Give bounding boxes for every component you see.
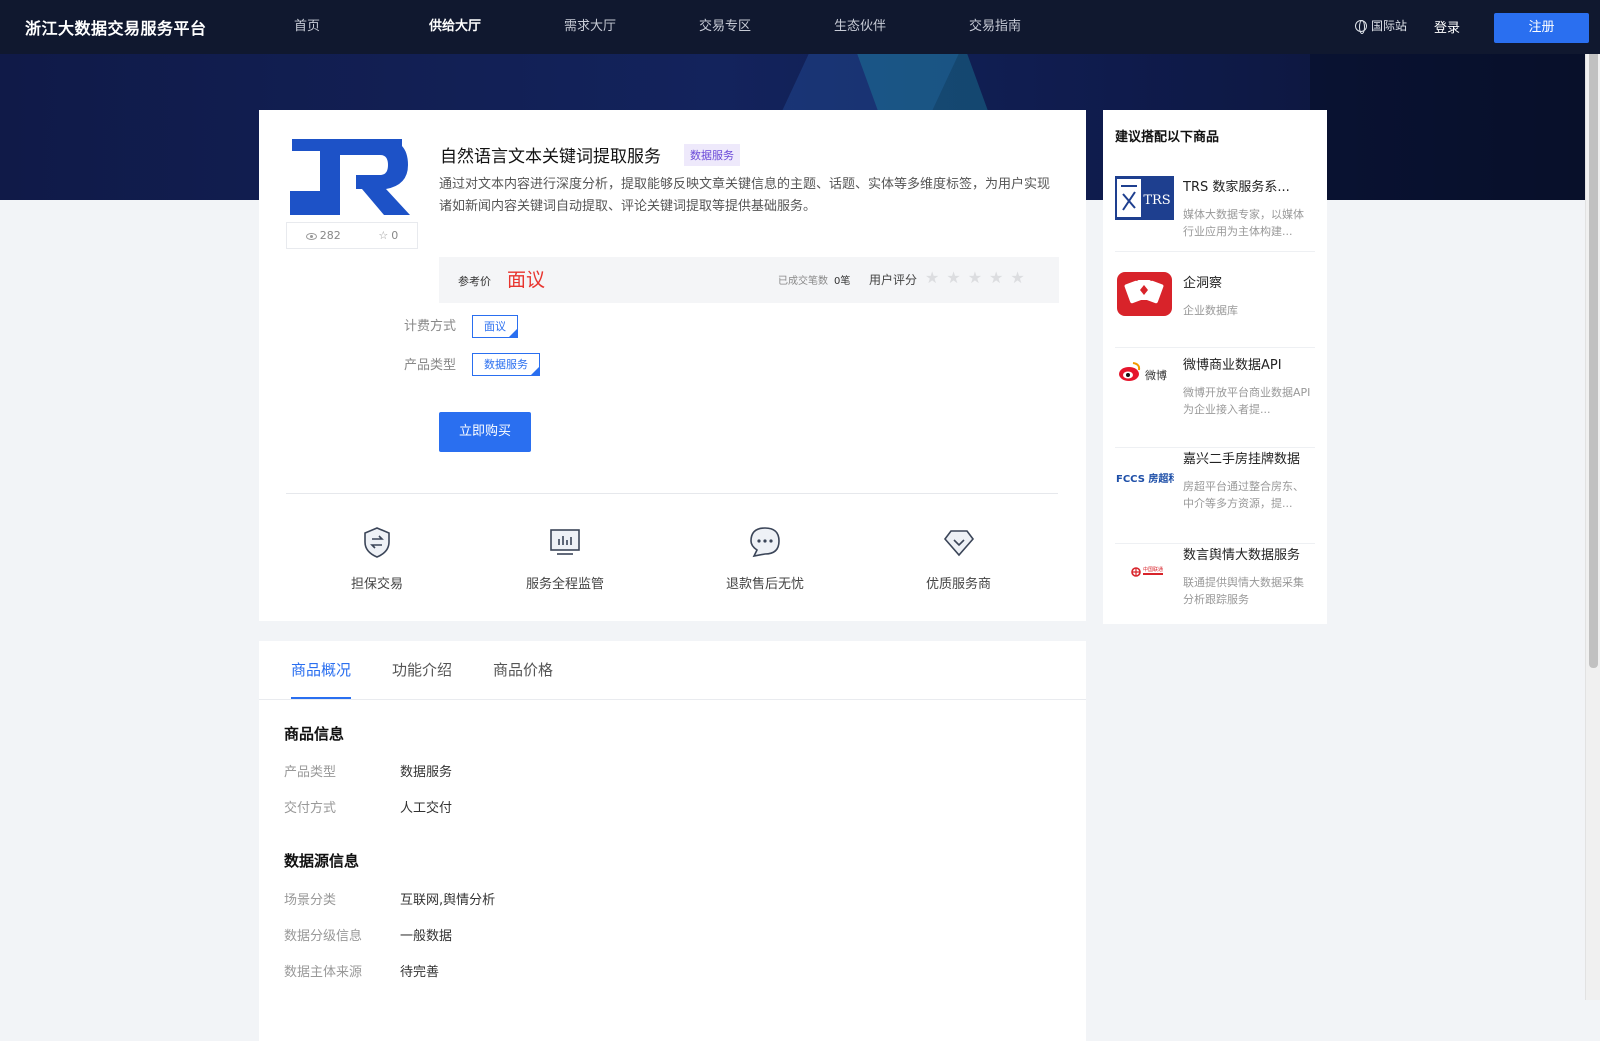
banner-shape [1310, 54, 1600, 200]
product-category-tag: 数据服务 [684, 144, 740, 166]
register-button[interactable]: 注册 [1494, 13, 1589, 43]
svg-text:中国联通: 中国联通 [1143, 566, 1163, 573]
svg-text:TRS: TRS [1143, 193, 1170, 208]
sidebar-item-name: 数言舆情大数据服务 [1183, 548, 1301, 563]
page-scrollbar[interactable] [1585, 0, 1600, 1000]
guarantee-refund: 退款售后无忧 [726, 525, 804, 592]
svg-text:FCCS 房超科技: FCCS 房超科技 [1116, 472, 1174, 485]
price-value: 面议 [507, 269, 546, 291]
login-link[interactable]: 登录 [1434, 17, 1460, 36]
product-card: 282 ☆ 0 自然语言文本关键词提取服务 数据服务 通过对文本内容进行深度分析，… [259, 110, 1086, 621]
sidebar-item-qidongcha[interactable]: 企洞察 企业数据库 [1115, 272, 1315, 348]
sidebar-item-fccs[interactable]: FCCS 房超科技 嘉兴二手房挂牌数据 房超平台通过整合房东、中介等多方资源，提… [1115, 448, 1315, 544]
guarantee-label: 退款售后无忧 [726, 577, 805, 592]
deal-count-value: 0笔 [834, 276, 851, 287]
sidebar-item-desc: 房超平台通过整合房东、中介等多方资源，提... [1183, 480, 1304, 510]
recommend-sidebar: 建议搭配以下商品 TRS TRS 数家服务系... 媒体大数据专家，以媒体行业应… [1103, 110, 1327, 624]
info-value: 人工交付 [400, 801, 453, 816]
unicom-logo-icon: 中国联通 [1131, 566, 1163, 577]
product-description: 通过对文本内容进行深度分析，提取能够反映文章关键信息的主题、话题、实体等多维度标… [439, 177, 1051, 214]
sidebar-item-name: 企洞察 [1183, 276, 1223, 291]
sidebar-item-name: 微博商业数据API [1183, 358, 1282, 373]
info-label: 交付方式 [284, 801, 337, 816]
sidebar-title: 建议搭配以下商品 [1115, 130, 1220, 145]
nav-supply-hall[interactable]: 供给大厅 [429, 0, 564, 54]
shield-exchange-icon [364, 527, 390, 558]
site-logo[interactable]: 浙江大数据交易服务平台 [25, 15, 207, 39]
guarantee-label: 优质服务商 [926, 577, 992, 592]
eye-icon [305, 232, 317, 240]
info-label: 数据主体来源 [284, 965, 363, 980]
sidebar-item-desc: 企业数据库 [1183, 304, 1238, 317]
product-stats: 282 ☆ 0 [286, 222, 418, 249]
detail-tabs: 商品概况 功能介绍 商品价格 [291, 641, 594, 699]
globe-icon [1355, 19, 1367, 34]
info-label: 场景分类 [284, 893, 337, 908]
svg-text:微博: 微博 [1145, 368, 1167, 382]
sidebar-item-trs[interactable]: TRS TRS 数家服务系... 媒体大数据专家，以媒体行业应用为主体构建... [1115, 176, 1315, 252]
divider [286, 493, 1058, 494]
rating-label: 用户评分 [869, 273, 918, 287]
type-label: 产品类型 [404, 358, 457, 373]
info-value: 数据服务 [400, 765, 453, 780]
sidebar-item-desc: 微博开放平台商业数据API为企业接入者提... [1183, 386, 1311, 416]
guarantee-label: 担保交易 [351, 577, 404, 592]
product-title: 自然语言文本关键词提取服务 [440, 147, 661, 167]
info-value: 待完善 [400, 965, 440, 980]
info-label: 数据分级信息 [284, 929, 363, 944]
price-bar: 参考价 面议 已成交笔数 0笔 用户评分 ★★★★★ [439, 257, 1059, 303]
top-header: 浙江大数据交易服务平台 首页 供给大厅 需求大厅 交易专区 生态伙伴 交易指南 … [0, 0, 1600, 54]
sidebar-item-unicom[interactable]: 中国联通 数言舆情大数据服务 联通提供舆情大数据采集分析跟踪服务 [1115, 544, 1315, 624]
cards-logo-icon [1117, 272, 1172, 316]
main-nav: 首页 供给大厅 需求大厅 交易专区 生态伙伴 交易指南 [294, 0, 1104, 54]
deal-count-label: 已成交笔数 [778, 276, 828, 287]
sidebar-item-name: TRS 数家服务系... [1183, 180, 1290, 195]
monitor-chart-icon [550, 529, 580, 555]
info-value: 一般数据 [400, 929, 453, 944]
sidebar-item-weibo[interactable]: 微博 微博商业数据API 微博开放平台商业数据API为企业接入者提... [1115, 352, 1315, 448]
chat-bubble-icon [750, 527, 780, 558]
guarantee-supervision: 服务全程监管 [526, 525, 604, 592]
nav-partners[interactable]: 生态伙伴 [834, 0, 969, 54]
buy-now-button[interactable]: 立即购买 [439, 412, 531, 452]
guarantee-escrow: 担保交易 [351, 525, 403, 592]
favorite-count[interactable]: ☆ 0 [378, 229, 398, 242]
product-logo-icon [290, 139, 410, 215]
price-label: 参考价 [458, 275, 491, 288]
type-option[interactable]: 数据服务 [472, 353, 540, 376]
sidebar-item-desc: 联通提供舆情大数据采集分析跟踪服务 [1183, 576, 1304, 606]
intl-site-label: 国际站 [1371, 19, 1408, 33]
star-outline-icon: ☆ [378, 229, 389, 242]
sidebar-item-name: 嘉兴二手房挂牌数据 [1183, 452, 1301, 467]
info-value: 互联网,舆情分析 [400, 893, 496, 908]
rating-stars-icon: ★★★★★ [925, 268, 1032, 287]
details-card: 商品概况 功能介绍 商品价格 商品信息 产品类型 数据服务 交付方式 人工交付 … [259, 641, 1086, 1041]
info-label: 产品类型 [284, 765, 337, 780]
fccs-logo-icon: FCCS 房超科技 [1116, 472, 1174, 485]
source-info-title: 数据源信息 [284, 852, 360, 870]
tab-overview[interactable]: 商品概况 [291, 641, 352, 699]
tab-features[interactable]: 功能介绍 [392, 641, 452, 699]
guarantee-provider: 优质服务商 [926, 525, 991, 592]
scrollbar-thumb[interactable] [1589, 8, 1598, 668]
nav-demand-hall[interactable]: 需求大厅 [564, 0, 699, 54]
view-count: 282 [305, 229, 341, 242]
weibo-logo-icon: 微博 [1119, 362, 1167, 382]
diamond-icon [943, 530, 974, 557]
sidebar-item-desc: 媒体大数据专家，以媒体行业应用为主体构建... [1183, 208, 1304, 238]
billing-label: 计费方式 [404, 319, 457, 334]
nav-trade-zone[interactable]: 交易专区 [699, 0, 834, 54]
guarantee-label: 服务全程监管 [526, 577, 605, 592]
billing-option[interactable]: 面议 [472, 315, 518, 338]
nav-home[interactable]: 首页 [294, 0, 429, 54]
trs-logo-icon: TRS [1115, 176, 1174, 220]
intl-site-link[interactable]: 国际站 [1355, 17, 1407, 34]
goods-info-title: 商品信息 [284, 725, 345, 743]
tab-pricing[interactable]: 商品价格 [493, 641, 553, 699]
tabs-divider [259, 699, 1086, 700]
nav-guide[interactable]: 交易指南 [969, 0, 1104, 54]
